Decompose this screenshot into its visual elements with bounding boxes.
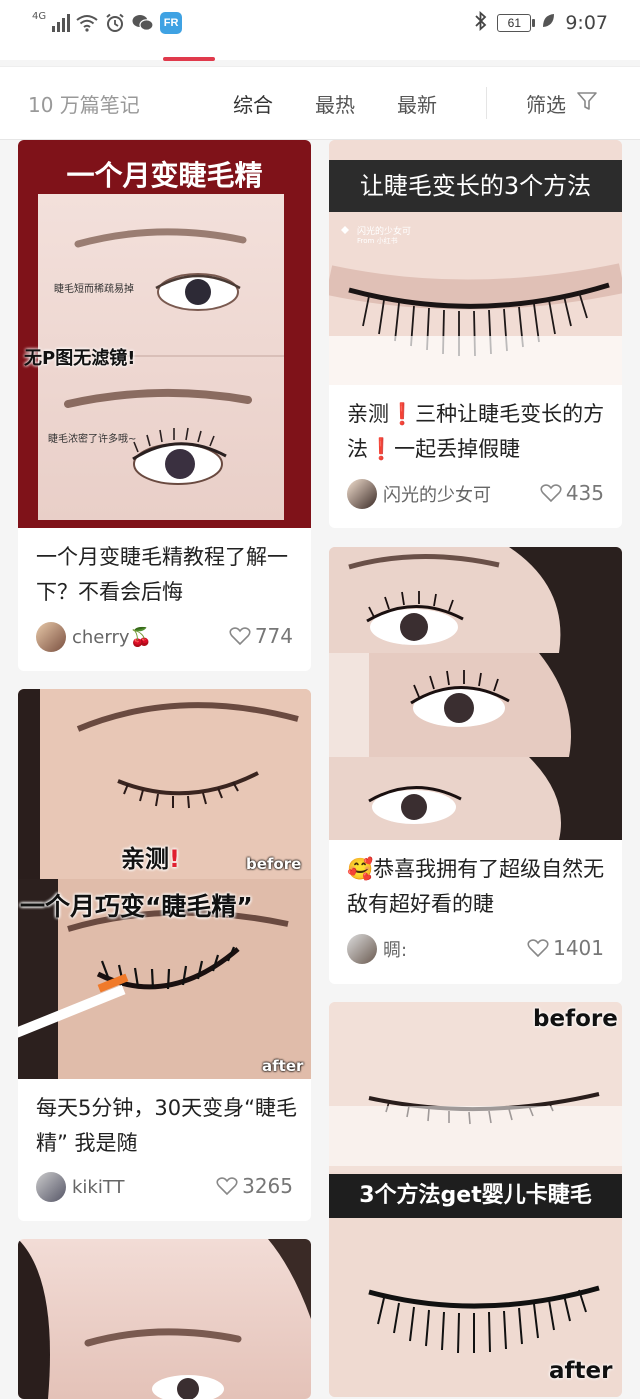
- avatar[interactable]: [36, 622, 66, 652]
- sort-tab-hottest[interactable]: 最热: [315, 89, 355, 118]
- like-button[interactable]: 1401: [527, 936, 604, 960]
- like-button[interactable]: 3265: [216, 1174, 293, 1198]
- network-type: 4G: [32, 11, 47, 22]
- author-name[interactable]: 闪光的少女可: [383, 481, 491, 507]
- wifi-icon: [76, 12, 98, 34]
- like-button[interactable]: 435: [540, 481, 604, 505]
- sort-tab-comprehensive[interactable]: 综合: [233, 89, 273, 118]
- sort-tab-newest[interactable]: 最新: [397, 89, 437, 118]
- divider: [486, 87, 487, 119]
- cover-headline: 让睫毛变长的3个方法: [329, 160, 622, 212]
- note-count: 10 万篇笔记: [28, 93, 140, 117]
- card-cover-image[interactable]: [329, 547, 622, 840]
- before-label: before: [246, 855, 302, 873]
- note-card[interactable]: 让睫毛变长的3个方法 闪光的少女可 From 小红书 亲测❗️三种让睫毛变长的方…: [329, 140, 622, 528]
- clock-time: 9:07: [565, 12, 608, 34]
- after-label: after: [262, 1057, 304, 1075]
- note-card[interactable]: [18, 1239, 311, 1399]
- author[interactable]: cherry🍒: [36, 622, 152, 652]
- signal-icon: [52, 14, 71, 32]
- card-cover-image[interactable]: [18, 1239, 311, 1399]
- heart-icon: [216, 1177, 238, 1196]
- card-cover-image[interactable]: before 3个方法get婴儿卡睫毛 after: [329, 1002, 622, 1397]
- like-count: 435: [565, 481, 604, 505]
- like-count: 3265: [242, 1174, 293, 1198]
- card-cover-image[interactable]: 一个月变睫毛精 睫毛短而稀疏易掉 无P图无滤镜! 睫毛浓密了许多哦~: [18, 140, 311, 528]
- cover-headline: 3个方法get婴儿卡睫毛: [329, 1174, 622, 1218]
- cover-note: 睫毛短而稀疏易掉: [54, 284, 134, 295]
- eye-photo: [329, 547, 622, 840]
- author-name[interactable]: 晭:: [383, 936, 407, 962]
- author[interactable]: 闪光的少女可: [347, 479, 491, 509]
- note-title[interactable]: 一个月变睫毛精教程了解一下？不看会后悔: [36, 540, 297, 610]
- note-title[interactable]: 亲测❗️三种让睫毛变长的方法❗️一起丢掉假睫: [347, 397, 608, 467]
- before-label: before: [533, 1006, 618, 1032]
- like-count: 774: [254, 624, 293, 648]
- author[interactable]: 晭:: [347, 934, 407, 964]
- like-count: 1401: [553, 936, 604, 960]
- active-tab-indicator: [163, 57, 215, 61]
- note-card[interactable]: before 3个方法get婴儿卡睫毛 after: [329, 1002, 622, 1397]
- note-title[interactable]: 每天5分钟，30天变身“睫毛精” 我是随: [36, 1091, 297, 1161]
- cover-subtitle: 一个月巧变“睫毛精”: [20, 892, 253, 921]
- after-label: after: [549, 1358, 613, 1384]
- app-notification-icon: FR: [160, 12, 183, 34]
- filter-bar: 10 万篇笔记 综合 最热 最新 筛选: [0, 66, 640, 140]
- like-button[interactable]: 774: [229, 624, 293, 648]
- eye-photo: [18, 689, 311, 1079]
- note-card[interactable]: 一个月变睫毛精 睫毛短而稀疏易掉 无P图无滤镜! 睫毛浓密了许多哦~ 一个月变睫…: [18, 140, 311, 671]
- battery-icon: 61: [497, 14, 536, 32]
- note-card[interactable]: 亲测! before 一个月巧变“睫毛精” after 每天5分钟，30天变身“…: [18, 689, 311, 1221]
- note-card[interactable]: 🥰恭喜我拥有了超级自然无敌有超好看的睫 晭: 1401: [329, 547, 622, 984]
- author[interactable]: kikiTT: [36, 1172, 125, 1202]
- filter-funnel-icon: [576, 90, 598, 117]
- bluetooth-icon: [475, 10, 487, 36]
- heart-icon: [540, 484, 562, 503]
- author-name[interactable]: cherry🍒: [72, 627, 152, 648]
- heart-icon: [527, 939, 549, 958]
- card-cover-image[interactable]: 让睫毛变长的3个方法 闪光的少女可 From 小红书: [329, 140, 622, 385]
- avatar[interactable]: [36, 1172, 66, 1202]
- alarm-icon: [104, 12, 126, 34]
- note-title[interactable]: 🥰恭喜我拥有了超级自然无敌有超好看的睫: [347, 852, 608, 922]
- avatar[interactable]: [347, 934, 377, 964]
- status-bar: 4G FR 61 9:07: [0, 0, 640, 60]
- wechat-icon: [132, 12, 154, 34]
- card-cover-image[interactable]: 亲测! before 一个月巧变“睫毛精” after: [18, 689, 311, 1079]
- heart-icon: [229, 627, 251, 646]
- cover-headline: 一个月变睫毛精: [66, 159, 263, 192]
- cover-subtitle: 无P图无滤镜!: [24, 348, 136, 369]
- author-name[interactable]: kikiTT: [72, 1177, 125, 1198]
- face-photo: [18, 1239, 311, 1399]
- cover-headline: 亲测!: [121, 845, 180, 873]
- filter-button[interactable]: 筛选: [526, 89, 598, 118]
- leaf-icon: [541, 12, 555, 34]
- cover-note: 睫毛浓密了许多哦~: [48, 434, 137, 445]
- cover-watermark-source: From 小红书: [357, 237, 398, 245]
- avatar[interactable]: [347, 479, 377, 509]
- filter-label: 筛选: [526, 93, 566, 117]
